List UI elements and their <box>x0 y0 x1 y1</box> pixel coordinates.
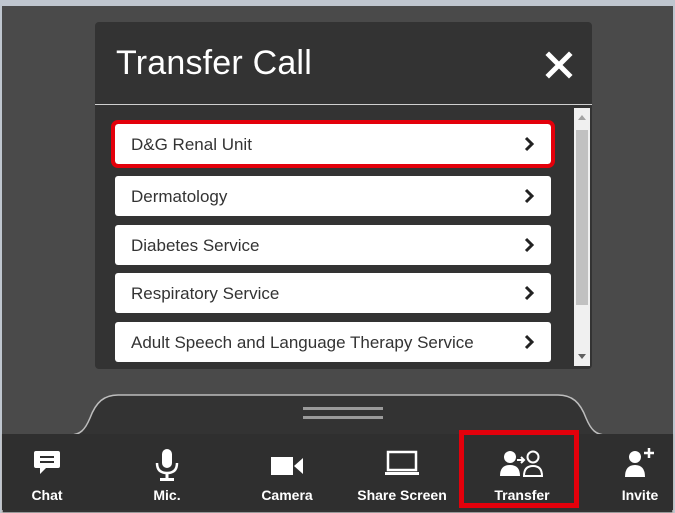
list-item-respiratory-service[interactable]: Respiratory Service <box>115 273 551 313</box>
chat-icon <box>34 451 60 474</box>
chevron-right-icon <box>524 334 535 350</box>
list-item-label: Respiratory Service <box>131 284 280 303</box>
dialog-title: Transfer Call <box>116 44 312 82</box>
transfer-label: Transfer <box>494 487 550 503</box>
chevron-right-icon <box>524 188 535 204</box>
chat-button[interactable]: Chat <box>12 434 82 510</box>
share-screen-icon <box>385 450 419 475</box>
call-toolbar: Chat Mic. Camera Share Screen Transfer I… <box>2 434 673 510</box>
list-item-label: D&G Renal Unit <box>131 135 252 154</box>
scroll-up-arrow[interactable] <box>578 115 586 120</box>
share-screen-button[interactable]: Share Screen <box>352 434 452 510</box>
invite-icon <box>625 448 654 477</box>
drawer-handle-line[interactable] <box>303 416 383 419</box>
list-item-label: Adult Speech and Language Therapy Servic… <box>131 333 474 352</box>
close-icon <box>545 51 573 79</box>
scroll-thumb[interactable] <box>576 130 588 305</box>
chevron-right-icon <box>524 136 535 152</box>
mic-button[interactable]: Mic. <box>132 434 202 510</box>
chat-label: Chat <box>31 487 63 503</box>
scroll-down-arrow[interactable] <box>578 354 586 359</box>
list-item-label: Diabetes Service <box>131 236 260 255</box>
list-scrollbar[interactable] <box>574 108 590 366</box>
invite-label: Invite <box>621 487 659 503</box>
list-item-adult-speech-language-therapy[interactable]: Adult Speech and Language Therapy Servic… <box>115 322 551 362</box>
camera-icon <box>271 457 303 475</box>
department-list: D&G Renal Unit Dermatology Diabetes Serv… <box>95 120 592 369</box>
close-button[interactable] <box>544 50 574 80</box>
share-screen-label: Share Screen <box>357 487 447 503</box>
microphone-icon <box>155 449 179 481</box>
list-item-diabetes-service[interactable]: Diabetes Service <box>115 225 551 265</box>
camera-button[interactable]: Camera <box>242 434 332 510</box>
dialog-header: Transfer Call <box>95 22 592 105</box>
list-item-dermatology[interactable]: Dermatology <box>115 176 551 216</box>
mic-label: Mic. <box>153 487 181 503</box>
transfer-button[interactable]: Transfer <box>482 434 562 510</box>
drawer-handle[interactable] <box>303 407 383 410</box>
camera-label: Camera <box>261 487 313 503</box>
invite-button[interactable]: Invite <box>607 434 673 510</box>
transfer-icon <box>500 450 544 477</box>
chevron-right-icon <box>524 285 535 301</box>
transfer-call-dialog: Transfer Call D&G Renal Unit Dermatology… <box>95 22 592 369</box>
list-item-label: Dermatology <box>131 187 228 206</box>
list-item-dg-renal-unit[interactable]: D&G Renal Unit <box>111 120 555 168</box>
chevron-right-icon <box>524 237 535 253</box>
